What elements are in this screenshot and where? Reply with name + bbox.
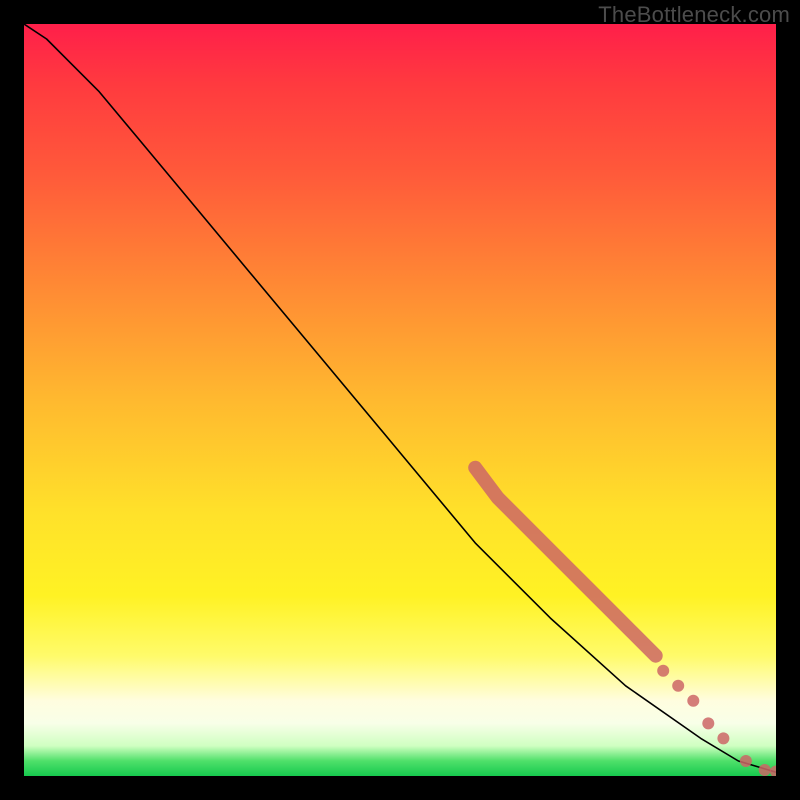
plot-area [24, 24, 776, 776]
chart-overlay-svg [24, 24, 776, 776]
curve-line [24, 24, 776, 772]
highlighted-segment [475, 468, 656, 656]
chart-stage: TheBottleneck.com [0, 0, 800, 800]
